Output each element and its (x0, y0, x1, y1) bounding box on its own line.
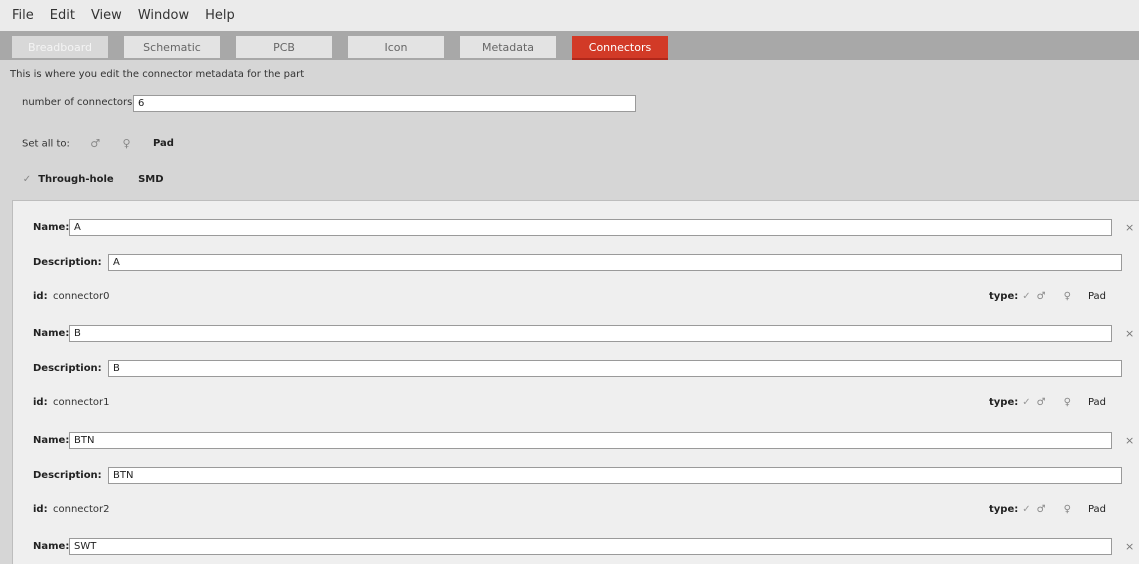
menu-help[interactable]: Help (197, 8, 243, 23)
delete-connector-button[interactable]: × (1125, 221, 1134, 234)
delete-connector-button[interactable]: × (1125, 327, 1134, 340)
name-label: Name: (33, 328, 70, 339)
name-label: Name: (33, 222, 70, 233)
menu-window[interactable]: Window (130, 8, 197, 23)
female-icon[interactable]: ♀ (1064, 397, 1071, 408)
connector-name-input[interactable]: A (69, 219, 1112, 236)
connector-type: type: ✓ ♂ ♀ Pad (989, 291, 1106, 302)
connector-id: connector0 (53, 291, 110, 302)
menu-file[interactable]: File (4, 8, 42, 23)
male-icon: ♂ (1036, 291, 1046, 302)
set-all-row: Set all to: ♂ ♀ Pad (22, 137, 174, 150)
description-label: Description: (33, 470, 102, 481)
description-label: Description: (33, 257, 102, 268)
hint-text: This is where you edit the connector met… (10, 69, 305, 80)
connector-type: type: ✓ ♂ ♀ Pad (989, 397, 1106, 408)
mount-type-row: ✓ Through-hole SMD (22, 174, 164, 186)
set-all-male-checkbox[interactable] (77, 139, 87, 149)
tab-metadata[interactable]: Metadata (460, 36, 556, 58)
connector-description-input[interactable]: BTN (108, 467, 1122, 484)
description-label: Description: (33, 363, 102, 374)
num-connectors-input[interactable]: 6 (133, 95, 636, 112)
through-hole-checkbox[interactable]: ✓ (22, 174, 32, 185)
connector-description-input[interactable]: A (108, 254, 1122, 271)
through-hole-label: Through-hole (38, 174, 114, 185)
menu-view[interactable]: View (83, 8, 130, 23)
tab-connectors[interactable]: Connectors (572, 36, 668, 60)
tab-schematic[interactable]: Schematic (124, 36, 220, 58)
menu-edit[interactable]: Edit (42, 8, 83, 23)
connector-settings: This is where you edit the connector met… (0, 60, 1139, 200)
male-checkbox[interactable]: ✓ (1022, 291, 1030, 302)
male-icon: ♂ (90, 137, 101, 150)
female-icon[interactable]: ♀ (1064, 291, 1071, 302)
female-icon[interactable]: ♀ (1064, 504, 1071, 515)
male-checkbox[interactable]: ✓ (1022, 397, 1030, 408)
id-label: id: (33, 291, 48, 302)
view-tab-strip: Breadboard Schematic PCB Icon Metadata C… (0, 31, 1139, 60)
tab-breadboard[interactable]: Breadboard (12, 36, 108, 58)
type-label: type: (989, 504, 1019, 515)
tab-pcb[interactable]: PCB (236, 36, 332, 58)
connector-type: type: ✓ ♂ ♀ Pad (989, 504, 1106, 515)
set-all-pad-checkbox[interactable] (140, 139, 150, 149)
tab-icon[interactable]: Icon (348, 36, 444, 58)
male-icon: ♂ (1036, 397, 1046, 408)
smd-label: SMD (138, 174, 164, 185)
menu-bar: File Edit View Window Help (0, 0, 1139, 31)
connector-name-input[interactable]: BTN (69, 432, 1112, 449)
pad-option[interactable]: Pad (1088, 397, 1106, 408)
male-checkbox[interactable]: ✓ (1022, 504, 1030, 515)
set-all-female-checkbox[interactable] (109, 139, 119, 149)
delete-connector-button[interactable]: × (1125, 540, 1134, 553)
connector-description-input[interactable]: B (108, 360, 1122, 377)
name-label: Name: (33, 435, 70, 446)
connector-id: connector1 (53, 397, 110, 408)
connector-name-input[interactable]: B (69, 325, 1112, 342)
set-all-pad-label: Pad (152, 138, 174, 149)
type-label: type: (989, 397, 1019, 408)
id-label: id: (33, 504, 48, 515)
connectors-list: Name: A × Description: A id: connector0 … (12, 200, 1139, 564)
id-label: id: (33, 397, 48, 408)
num-connectors-label: number of connectors: (22, 97, 136, 108)
pad-option[interactable]: Pad (1088, 504, 1106, 515)
pad-option[interactable]: Pad (1088, 291, 1106, 302)
name-label: Name: (33, 541, 70, 552)
connector-id: connector2 (53, 504, 110, 515)
set-all-label: Set all to: (22, 138, 70, 150)
connector-name-input[interactable]: SWT (69, 538, 1112, 555)
delete-connector-button[interactable]: × (1125, 434, 1134, 447)
type-label: type: (989, 291, 1019, 302)
male-icon: ♂ (1036, 504, 1046, 515)
female-icon: ♀ (122, 137, 131, 150)
smd-checkbox[interactable] (125, 175, 135, 185)
